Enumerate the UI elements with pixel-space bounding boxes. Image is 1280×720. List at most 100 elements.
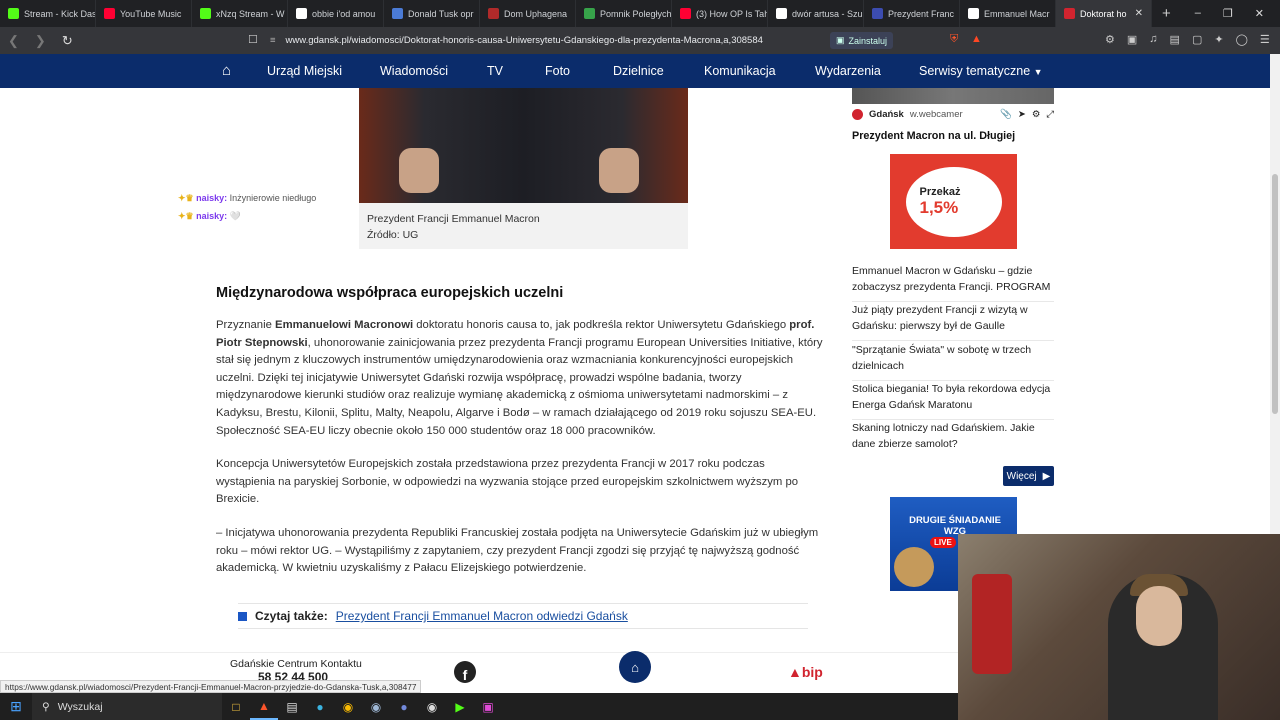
close-tab-icon[interactable]: ✕ <box>1135 8 1143 19</box>
fullscreen-icon[interactable]: ⤢ <box>1046 109 1054 120</box>
taskbar-search[interactable]: ⚲ Wyszukaj <box>32 693 222 720</box>
nav-item-dzielnice[interactable]: Dzielnice <box>613 64 664 78</box>
nav-item-wiadomosci[interactable]: Wiadomości <box>380 64 448 78</box>
new-tab-button[interactable]: + <box>1152 5 1181 22</box>
media-player-icon[interactable]: ▶ <box>446 693 474 720</box>
sidebar-icon[interactable]: ▤ <box>1170 33 1180 46</box>
tab-favicon-icon <box>1064 8 1075 19</box>
wallet-icon[interactable]: ▢ <box>1192 33 1202 46</box>
streamer-webcam-overlay <box>958 534 1280 720</box>
browser-tab[interactable]: Stream - Kick Das <box>0 0 96 27</box>
article-paragraph: Koncepcja Uniwersytetów Europejskich zos… <box>216 458 799 506</box>
file-explorer-icon[interactable]: □ <box>222 693 250 720</box>
browser-tab[interactable]: obbie i'od amou <box>288 0 384 27</box>
sidebar-news-link[interactable]: "Sprzątanie Świata" w sobotę w trzech dz… <box>852 342 1054 381</box>
extensions-icon[interactable]: ⚙ <box>1105 33 1115 46</box>
sidebar-news-link[interactable]: Już piąty prezydent Francji z wizytą w G… <box>852 302 1054 341</box>
music-icon[interactable]: ♫ <box>1149 33 1157 46</box>
scrollbar-thumb[interactable] <box>1272 174 1278 414</box>
tab-favicon-icon <box>296 8 307 19</box>
read-also-link[interactable]: Prezydent Francji Emmanuel Macron odwied… <box>336 609 628 623</box>
scroll-home-button[interactable]: ⌂ <box>619 651 651 683</box>
browser-tab[interactable]: (3) How OP Is Tah <box>672 0 768 27</box>
article-paragraph: – Inicjatywa uhonorowania prezydenta Rep… <box>216 527 819 575</box>
caret-down-icon: ▼ <box>1033 67 1043 77</box>
crown-icon: ✦♛ <box>178 193 194 203</box>
discord-icon[interactable]: ● <box>390 693 418 720</box>
photo-caption: Prezydent Francji Emmanuel Macron Źródło… <box>359 203 688 249</box>
forward-icon[interactable]: ❯ <box>27 33 54 49</box>
tab-favicon-icon <box>584 8 595 19</box>
link-icon[interactable]: 📎 <box>1000 109 1012 120</box>
close-window-icon[interactable]: ✕ <box>1255 7 1264 20</box>
tab-favicon-icon <box>200 8 211 19</box>
tax-donation-ad[interactable]: Przekaż 1,5% <box>890 154 1017 249</box>
nav-item-komunikacja[interactable]: Komunikacja <box>704 64 776 78</box>
bookmark-icon[interactable]: ☐ <box>248 33 258 46</box>
app-icon[interactable]: ▣ <box>474 693 502 720</box>
browser-tab[interactable]: Prezydent Franc <box>864 0 960 27</box>
steam-icon[interactable]: ◉ <box>362 693 390 720</box>
read-also-box: Czytaj także: Prezydent Francji Emmanuel… <box>238 603 808 629</box>
tab-favicon-icon <box>968 8 979 19</box>
webcam-thumbnail[interactable] <box>852 88 1054 104</box>
sidebar-title: Prezydent Macron na ul. Długiej <box>852 130 1016 142</box>
obs-icon[interactable]: ◉ <box>418 693 446 720</box>
browser-tab[interactable]: YouTube Music <box>96 0 192 27</box>
webcam-person <box>1136 586 1182 646</box>
leo-icon[interactable]: ✦ <box>1214 33 1223 46</box>
site-settings-icon[interactable]: ≡ <box>270 35 276 46</box>
sidebar-news-link[interactable]: Skaning lotniczy nad Gdańskiem. Jakie da… <box>852 420 1054 458</box>
photo-detail <box>599 148 639 193</box>
settings-icon[interactable]: ⚙ <box>1032 109 1041 120</box>
browser-tab[interactable]: Pomnik Poległych <box>576 0 672 27</box>
chevron-right-icon: ▶ <box>1042 470 1051 482</box>
status-bar-url: https://www.gdansk.pl/wiadomosci/Prezyde… <box>0 680 422 693</box>
webcam-logo-icon <box>852 109 863 120</box>
brave-browser-icon[interactable]: ▲ <box>250 693 278 720</box>
search-icon: ⚲ <box>42 700 50 713</box>
facebook-icon[interactable]: f <box>454 661 476 683</box>
sidebar-news-link[interactable]: Stolica biegania! To była rekordowa edyc… <box>852 381 1054 420</box>
windows-start-icon[interactable]: ⊞ <box>0 693 32 720</box>
nav-item-urzad-miejski[interactable]: Urząd Miejski <box>267 64 342 78</box>
brave-rewards-icon[interactable]: ▲ <box>971 33 982 45</box>
brave-shield-icon[interactable]: ⛨ <box>950 33 958 46</box>
nav-item-wydarzenia[interactable]: Wydarzenia <box>815 64 881 78</box>
bip-icon: ▲ <box>788 664 802 680</box>
home-icon[interactable]: ⌂ <box>222 62 231 79</box>
menu-icon[interactable]: ☰ <box>1260 33 1270 46</box>
vpn-icon[interactable]: ◯ <box>1236 33 1248 46</box>
browser-tab[interactable]: xNzq Stream - W <box>192 0 288 27</box>
nav-item-serwisy-tematyczne[interactable]: Serwisy tematyczne ▼ <box>919 64 1043 78</box>
nav-item-foto[interactable]: Foto <box>545 64 570 78</box>
article-paragraph: Przyznanie Emmanuelowi Macronowi doktora… <box>216 319 823 437</box>
tab-favicon-icon <box>104 8 115 19</box>
minimize-icon[interactable]: – <box>1195 7 1201 20</box>
nav-item-tv[interactable]: TV <box>487 64 503 78</box>
browser-tab[interactable]: Dom Uphagena <box>480 0 576 27</box>
browser-tab[interactable]: dwór artusa - Szu <box>768 0 864 27</box>
store-icon[interactable]: ▤ <box>278 693 306 720</box>
sidebar-news-link[interactable]: Emmanuel Macron w Gdańsku – gdzie zobacz… <box>852 263 1054 302</box>
toolbar-icons: ⚙ ▣ ♫ ▤ ▢ ✦ ◯ ☰ <box>1105 33 1270 46</box>
window-controls: – ❐ ✕ <box>1195 7 1280 20</box>
tab-favicon-icon <box>776 8 787 19</box>
more-button[interactable]: Więcej ▶ <box>1003 466 1054 486</box>
browser-tab[interactable]: Doktorat ho ✕ <box>1056 0 1152 27</box>
browser-tab[interactable]: Donald Tusk opr <box>384 0 480 27</box>
reload-icon[interactable]: ↻ <box>54 33 81 49</box>
back-icon[interactable]: ❮ <box>0 33 27 49</box>
chrome-icon[interactable]: ◉ <box>334 693 362 720</box>
site-main-nav: ⌂ Urząd Miejski Wiadomości TV Foto Dziel… <box>0 54 1270 88</box>
share-icon[interactable]: ➤ <box>1018 109 1026 120</box>
screenshot-icon[interactable]: ▣ <box>1127 33 1137 46</box>
chat-message: ✦♛ naisky: Inżynierowie niedługo <box>178 193 317 203</box>
bip-logo[interactable]: ▲bip <box>788 664 823 680</box>
restore-icon[interactable]: ❐ <box>1223 7 1233 20</box>
install-app-button[interactable]: ▣ Zainstaluj <box>830 32 894 49</box>
url-text: www.gdansk.pl/wiadomosci/Doktorat-honori… <box>285 35 763 46</box>
contact-center-label: Gdańskie Centrum Kontaktu <box>230 658 362 670</box>
browser-tab[interactable]: Emmanuel Macr <box>960 0 1056 27</box>
edge-icon[interactable]: ● <box>306 693 334 720</box>
